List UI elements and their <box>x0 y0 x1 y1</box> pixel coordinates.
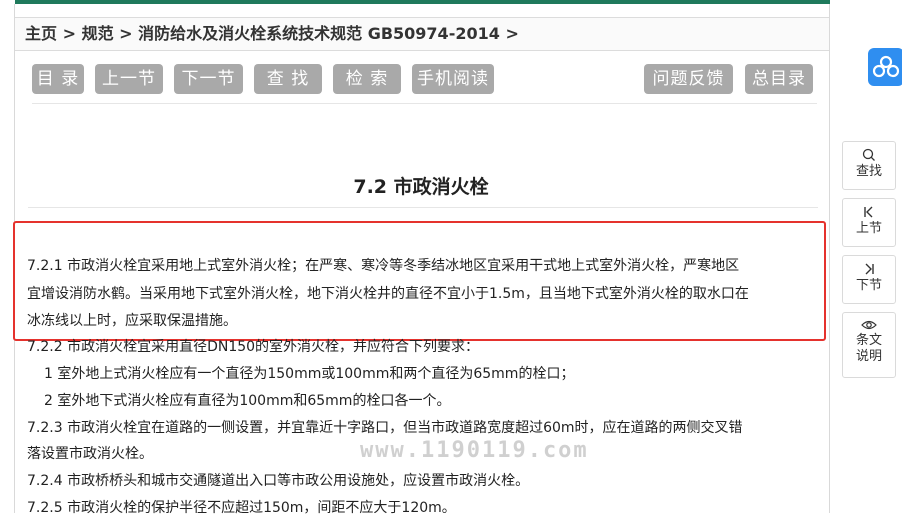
toolbar-divider <box>32 103 817 104</box>
sidebar-prev-label: 上节 <box>855 221 882 236</box>
breadcrumb-separator: > <box>499 24 519 43</box>
clause-7-2-5: 7.2.5 市政消火栓的保护半径不应超过150m，间距不应大于120m。 <box>27 500 456 516</box>
prev-section-button[interactable]: 上一节 <box>95 64 163 94</box>
next-section-button[interactable]: 下一节 <box>174 64 243 94</box>
mobile-reading-button[interactable]: 手机阅读 <box>412 64 494 94</box>
breadcrumb-separator: > <box>113 24 139 43</box>
breadcrumb: 主页 > 规范 > 消防给水及消火栓系统技术规范 GB50974-2014 > <box>15 17 829 51</box>
breadcrumb-home-link[interactable]: 主页 <box>25 24 57 43</box>
clause-7-2-2-item-2: 2 室外地下式消火栓应有直径为100mm和65mm的栓口各一个。 <box>44 393 451 409</box>
clause-7-2-2: 7.2.2 市政消火栓宜采用直径DN150的室外消火栓，并应符合下列要求： <box>27 339 480 355</box>
top-accent-bar <box>15 0 830 4</box>
eye-icon <box>861 320 877 330</box>
floating-share-button[interactable] <box>868 48 902 86</box>
sidebar-find-button[interactable]: 查找 <box>842 141 896 190</box>
site-watermark: www.1190119.com <box>360 438 589 463</box>
skip-forward-icon <box>865 263 874 275</box>
breadcrumb-category-link[interactable]: 规范 <box>82 24 114 43</box>
sidebar-next-button[interactable]: 下节 <box>842 255 896 304</box>
section-title: 7.2 市政消火栓 <box>353 176 489 198</box>
sidebar-explanation-label-2: 说明 <box>855 349 882 364</box>
toolbar: 目 录 上一节 下一节 查 找 检 索 手机阅读 问题反馈 总目录 <box>32 64 817 94</box>
sidebar-explanation-button[interactable]: 条文 说明 <box>842 312 896 378</box>
sidebar-next-label: 下节 <box>855 278 882 293</box>
content-right-border <box>829 4 830 513</box>
sidebar-find-label: 查找 <box>855 164 882 179</box>
breadcrumb-separator: > <box>57 24 82 43</box>
clause-7-2-3-line-1: 7.2.3 市政消火栓宜在道路的一侧设置，并宜靠近十字路口，但当市政道路宽度超过… <box>27 420 743 436</box>
master-toc-button[interactable]: 总目录 <box>745 64 813 94</box>
search-icon <box>862 148 875 161</box>
toc-button[interactable]: 目 录 <box>32 64 84 94</box>
feedback-button[interactable]: 问题反馈 <box>644 64 733 94</box>
title-divider <box>28 207 818 208</box>
search-button[interactable]: 检 索 <box>333 64 401 94</box>
highlight-annotation-box <box>13 221 826 341</box>
clause-7-2-3-line-2: 落设置市政消火栓。 <box>27 446 153 462</box>
clause-7-2-4: 7.2.4 市政桥桥头和城市交通隧道出入口等市政公用设施处，应设置市政消火栓。 <box>27 473 530 489</box>
sidebar-prev-button[interactable]: 上节 <box>842 198 896 247</box>
clause-7-2-2-item-1: 1 室外地上式消火栓应有一个直径为150mm或100mm和两个直径为65mm的栓… <box>44 366 575 382</box>
find-button[interactable]: 查 找 <box>254 64 322 94</box>
sidebar-explanation-label-1: 条文 <box>855 333 882 348</box>
baidu-icon <box>872 55 900 78</box>
skip-back-icon <box>864 206 873 218</box>
breadcrumb-document-link[interactable]: 消防给水及消火栓系统技术规范 GB50974-2014 <box>138 24 500 43</box>
